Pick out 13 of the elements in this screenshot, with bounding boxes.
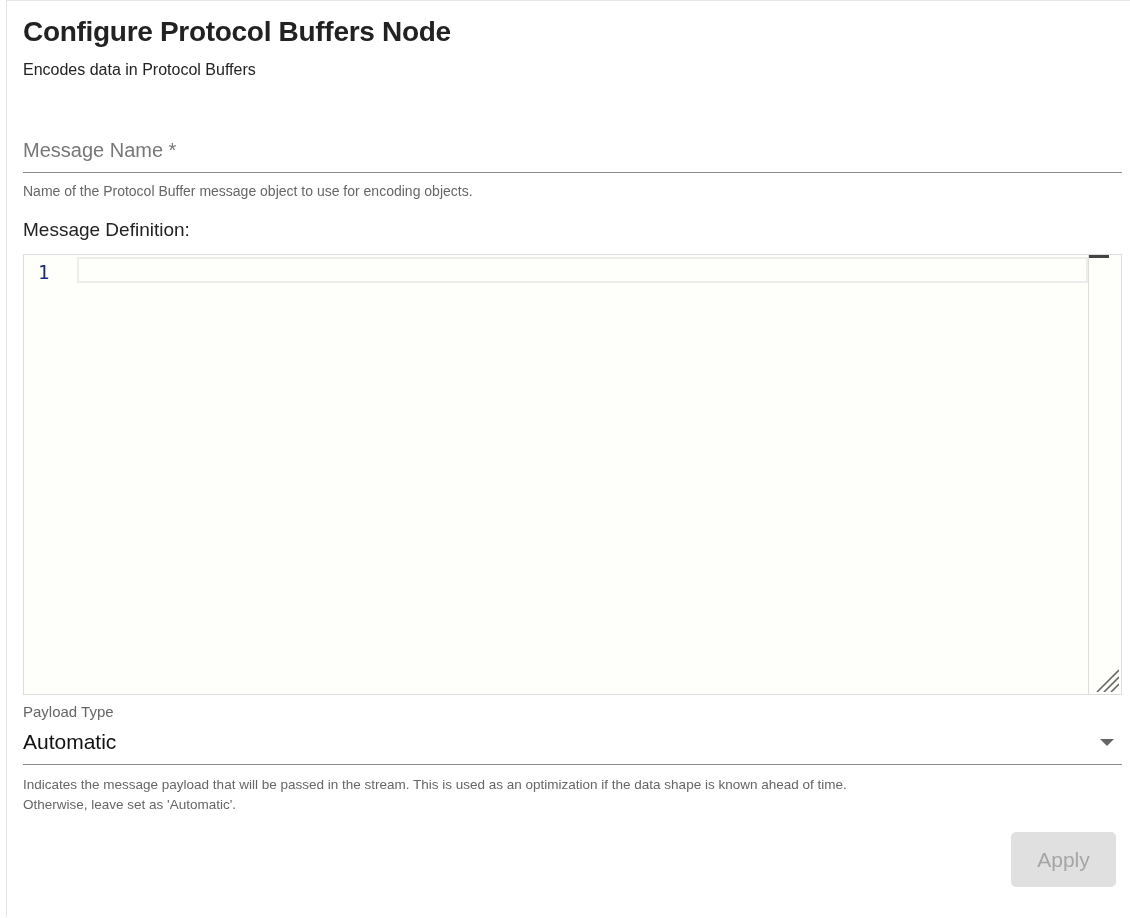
scrollbar-thumb[interactable] bbox=[1089, 255, 1109, 258]
code-editor[interactable]: 1 bbox=[23, 254, 1122, 695]
page-subtitle: Encodes data in Protocol Buffers bbox=[23, 60, 257, 80]
line-number: 1 bbox=[38, 260, 51, 284]
page-title: Configure Protocol Buffers Node bbox=[23, 15, 452, 49]
helper-text: Name of the Protocol Buffer message object to use for encoding objects. bbox=[23, 183, 474, 199]
caret-icon bbox=[1100, 738, 1114, 746]
field-label: Message Definition: bbox=[23, 218, 191, 242]
field-label: Payload Type bbox=[23, 703, 115, 720]
input-field[interactable]: Message Name * bbox=[23, 139, 1122, 173]
helper-text: Indicates the message payload that will be passed in the stream. This is used as an optimization if the data shape is known ahead of time. Otherwise, leave set as 'Automatic'. bbox=[23, 776, 848, 814]
payload-type-dropdown[interactable]: Automatic bbox=[23, 720, 1122, 765]
resize-grip-icon[interactable] bbox=[1095, 668, 1119, 692]
